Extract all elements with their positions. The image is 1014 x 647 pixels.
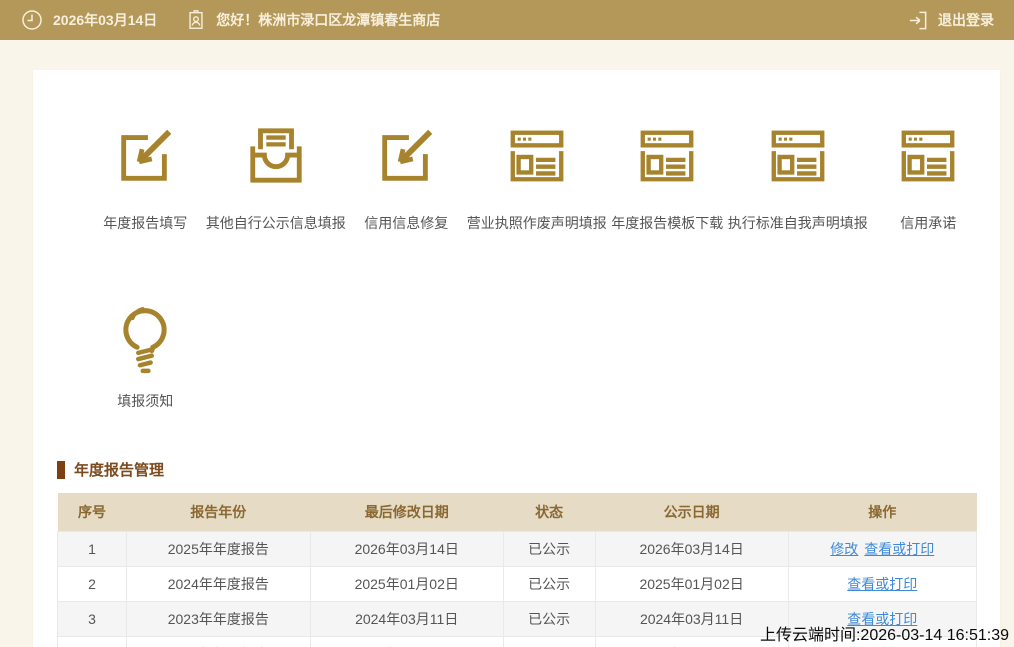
cell-last-modified: 2023年03月04日 bbox=[310, 636, 503, 647]
report-section-header: 年度报告管理 bbox=[57, 459, 976, 480]
cell-publish-date: 2026年03月14日 bbox=[595, 531, 788, 566]
cell-seq: 2 bbox=[58, 566, 127, 601]
col-seq: 序号 bbox=[58, 493, 127, 531]
cell-seq: 4 bbox=[58, 636, 127, 647]
quick-action-label: 信用信息修复 bbox=[364, 213, 448, 233]
form-window-icon bbox=[897, 125, 959, 187]
col-last-modified: 最后修改日期 bbox=[310, 493, 503, 531]
date-group: 2026年03月14日 bbox=[20, 8, 157, 32]
edit-box-icon bbox=[114, 125, 176, 187]
form-window-icon bbox=[767, 125, 829, 187]
cell-last-modified: 2025年01月02日 bbox=[310, 566, 503, 601]
view-print-link[interactable]: 查看或打印 bbox=[847, 576, 917, 592]
table-row: 2 2024年年度报告 2025年01月02日 已公示 2025年01月02日 … bbox=[58, 566, 977, 601]
cell-seq: 3 bbox=[58, 601, 127, 636]
secondary-actions-row: 填报须知 bbox=[57, 295, 976, 411]
quick-action-other-publicity-info[interactable]: 其他自行公示信息填报 bbox=[211, 125, 342, 233]
clock-icon bbox=[20, 8, 44, 32]
user-greeting: 您好！株洲市渌口区龙潭镇春生商店 bbox=[216, 10, 440, 30]
cell-report-year: 2024年年度报告 bbox=[126, 566, 310, 601]
current-date: 2026年03月14日 bbox=[53, 10, 157, 30]
topbar: 2026年03月14日 您好！株洲市渌口区龙潭镇春生商店 退出登录 bbox=[0, 0, 1014, 40]
form-window-icon bbox=[506, 125, 568, 187]
col-actions: 操作 bbox=[788, 493, 976, 531]
quick-action-credit-commitment[interactable]: 信用承诺 bbox=[863, 125, 994, 233]
quick-action-label: 年度报告填写 bbox=[103, 213, 187, 233]
upload-timestamp-watermark: 上传云端时间:2026-03-14 16:51:39 bbox=[760, 621, 1009, 645]
cell-status: 已公示 bbox=[503, 531, 595, 566]
badge-icon bbox=[185, 8, 207, 32]
main-card: 年度报告填写 其他自行公示信息填报 信用信息修复 营业执照作废声明填报 年度报告… bbox=[33, 70, 1000, 647]
cell-status: 已公示 bbox=[503, 601, 595, 636]
col-report-year: 报告年份 bbox=[126, 493, 310, 531]
logout-icon bbox=[906, 9, 929, 32]
cell-report-year: 2022年年度报告 bbox=[126, 636, 310, 647]
lightbulb-icon bbox=[109, 295, 181, 377]
modify-link[interactable]: 修改 bbox=[830, 541, 858, 557]
view-print-link[interactable]: 查看或打印 bbox=[864, 541, 934, 557]
quick-action-standard-self-declaration[interactable]: 执行标准自我声明填报 bbox=[733, 125, 864, 233]
col-publish-date: 公示日期 bbox=[595, 493, 788, 531]
quick-action-label: 其他自行公示信息填报 bbox=[206, 213, 346, 233]
cell-status: 已公示 bbox=[503, 566, 595, 601]
cell-last-modified: 2026年03月14日 bbox=[310, 531, 503, 566]
quick-action-label: 营业执照作废声明填报 bbox=[467, 213, 607, 233]
cell-actions: 修改查看或打印 bbox=[788, 531, 976, 566]
filing-notice-label: 填报须知 bbox=[117, 391, 173, 411]
inbox-doc-icon bbox=[245, 125, 307, 187]
section-title: 年度报告管理 bbox=[74, 459, 164, 480]
col-status: 状态 bbox=[503, 493, 595, 531]
logout-button[interactable]: 退出登录 bbox=[906, 9, 994, 32]
cell-report-year: 2025年年度报告 bbox=[126, 531, 310, 566]
table-header-row: 序号 报告年份 最后修改日期 状态 公示日期 操作 bbox=[58, 493, 977, 531]
edit-box-icon bbox=[375, 125, 437, 187]
logout-label: 退出登录 bbox=[938, 10, 994, 30]
quick-action-credit-repair[interactable]: 信用信息修复 bbox=[341, 125, 472, 233]
cell-status: 已公示 bbox=[503, 636, 595, 647]
cell-last-modified: 2024年03月11日 bbox=[310, 601, 503, 636]
quick-action-label: 年度报告模板下载 bbox=[611, 213, 723, 233]
form-window-icon bbox=[636, 125, 698, 187]
section-marker bbox=[57, 461, 65, 479]
quick-action-label: 执行标准自我声明填报 bbox=[728, 213, 868, 233]
quick-actions-row: 年度报告填写 其他自行公示信息填报 信用信息修复 营业执照作废声明填报 年度报告… bbox=[57, 125, 976, 233]
cell-actions: 查看或打印 bbox=[788, 566, 976, 601]
quick-action-template-download[interactable]: 年度报告模板下载 bbox=[602, 125, 733, 233]
quick-action-annual-report-fill[interactable]: 年度报告填写 bbox=[80, 125, 211, 233]
cell-publish-date: 2025年01月02日 bbox=[595, 566, 788, 601]
cell-seq: 1 bbox=[58, 531, 127, 566]
greeting-group: 您好！株洲市渌口区龙潭镇春生商店 bbox=[185, 8, 440, 32]
filing-notice-item[interactable]: 填报须知 bbox=[80, 295, 211, 411]
quick-action-license-cancellation[interactable]: 营业执照作废声明填报 bbox=[472, 125, 603, 233]
quick-action-label: 信用承诺 bbox=[900, 213, 956, 233]
table-row: 1 2025年年度报告 2026年03月14日 已公示 2026年03月14日 … bbox=[58, 531, 977, 566]
cell-report-year: 2023年年度报告 bbox=[126, 601, 310, 636]
